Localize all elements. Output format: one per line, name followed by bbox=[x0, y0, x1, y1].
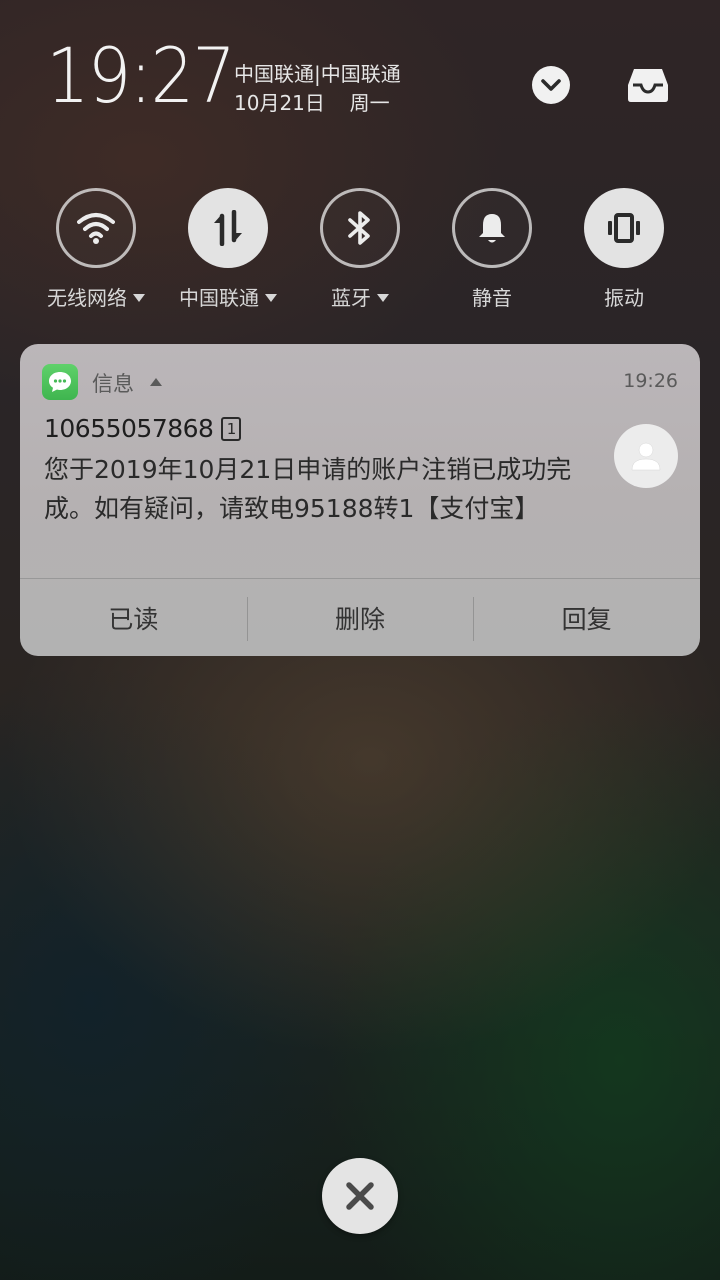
date-text: 10月21日 bbox=[234, 91, 325, 115]
sender-number: 10655057868 bbox=[44, 414, 214, 443]
date-line: 10月21日 周一 bbox=[234, 89, 401, 118]
chevron-down-icon bbox=[532, 66, 570, 104]
collapse-notification-icon[interactable] bbox=[150, 378, 162, 386]
toggle-mobile-data[interactable]: 中国联通 bbox=[163, 188, 293, 311]
status-clock: 19:27 bbox=[46, 31, 236, 120]
weekday-text: 周一 bbox=[349, 91, 390, 115]
mobile-data-icon bbox=[214, 210, 242, 246]
toggle-mobile-data-circle[interactable] bbox=[188, 188, 268, 268]
contact-avatar-icon[interactable] bbox=[614, 424, 678, 488]
clear-notifications-button[interactable] bbox=[322, 1158, 398, 1234]
toggle-mobile-data-label: 中国联通 bbox=[179, 286, 259, 310]
carrier-date-block: 中国联通|中国联通 10月21日 周一 bbox=[234, 60, 401, 118]
toggle-silent-circle[interactable] bbox=[452, 188, 532, 268]
toggle-bluetooth-circle[interactable] bbox=[320, 188, 400, 268]
dropdown-caret-icon[interactable] bbox=[265, 293, 277, 302]
toggle-vibrate-label: 振动 bbox=[604, 286, 644, 310]
bluetooth-icon bbox=[348, 211, 370, 245]
toggle-wifi[interactable]: 无线网络 bbox=[31, 188, 161, 311]
notification-actions: 已读 删除 回复 bbox=[20, 578, 700, 656]
dropdown-caret-icon[interactable] bbox=[133, 293, 145, 302]
collapse-panel-button[interactable] bbox=[530, 64, 572, 106]
message-bubble-icon bbox=[42, 364, 78, 400]
bell-icon bbox=[479, 214, 505, 243]
sim-slot-badge: 1 bbox=[221, 416, 242, 441]
toggle-vibrate[interactable]: 振动 bbox=[559, 188, 689, 311]
sms-notification-card[interactable]: 信息 19:26 10655057868 1 您于2019年10月21日申请的账… bbox=[20, 344, 700, 656]
wifi-icon bbox=[77, 213, 115, 244]
toggle-wifi-label: 无线网络 bbox=[47, 286, 127, 310]
inbox-tray-icon bbox=[628, 69, 668, 102]
notification-time: 19:26 bbox=[623, 370, 678, 392]
delete-button[interactable]: 删除 bbox=[246, 579, 474, 656]
dropdown-caret-icon[interactable] bbox=[377, 293, 389, 302]
mark-read-button[interactable]: 已读 bbox=[20, 579, 247, 656]
carrier-names: 中国联通|中国联通 bbox=[234, 62, 401, 86]
toggle-bluetooth[interactable]: 蓝牙 bbox=[295, 188, 425, 311]
toggle-bluetooth-label: 蓝牙 bbox=[331, 286, 371, 310]
message-body: 您于2019年10月21日申请的账户注销已成功完成。如有疑问，请致电95188转… bbox=[44, 455, 572, 523]
sender-row: 10655057868 1 bbox=[44, 414, 242, 443]
reply-button[interactable]: 回复 bbox=[473, 579, 700, 656]
notification-tray-button[interactable] bbox=[626, 64, 670, 106]
app-name: 信息 bbox=[92, 372, 134, 396]
vibrate-icon bbox=[608, 213, 640, 243]
close-icon bbox=[346, 1182, 374, 1210]
toggle-vibrate-circle[interactable] bbox=[584, 188, 664, 268]
toggle-wifi-circle[interactable] bbox=[56, 188, 136, 268]
toggle-silent[interactable]: 静音 bbox=[427, 188, 557, 311]
toggle-silent-label: 静音 bbox=[472, 286, 512, 310]
